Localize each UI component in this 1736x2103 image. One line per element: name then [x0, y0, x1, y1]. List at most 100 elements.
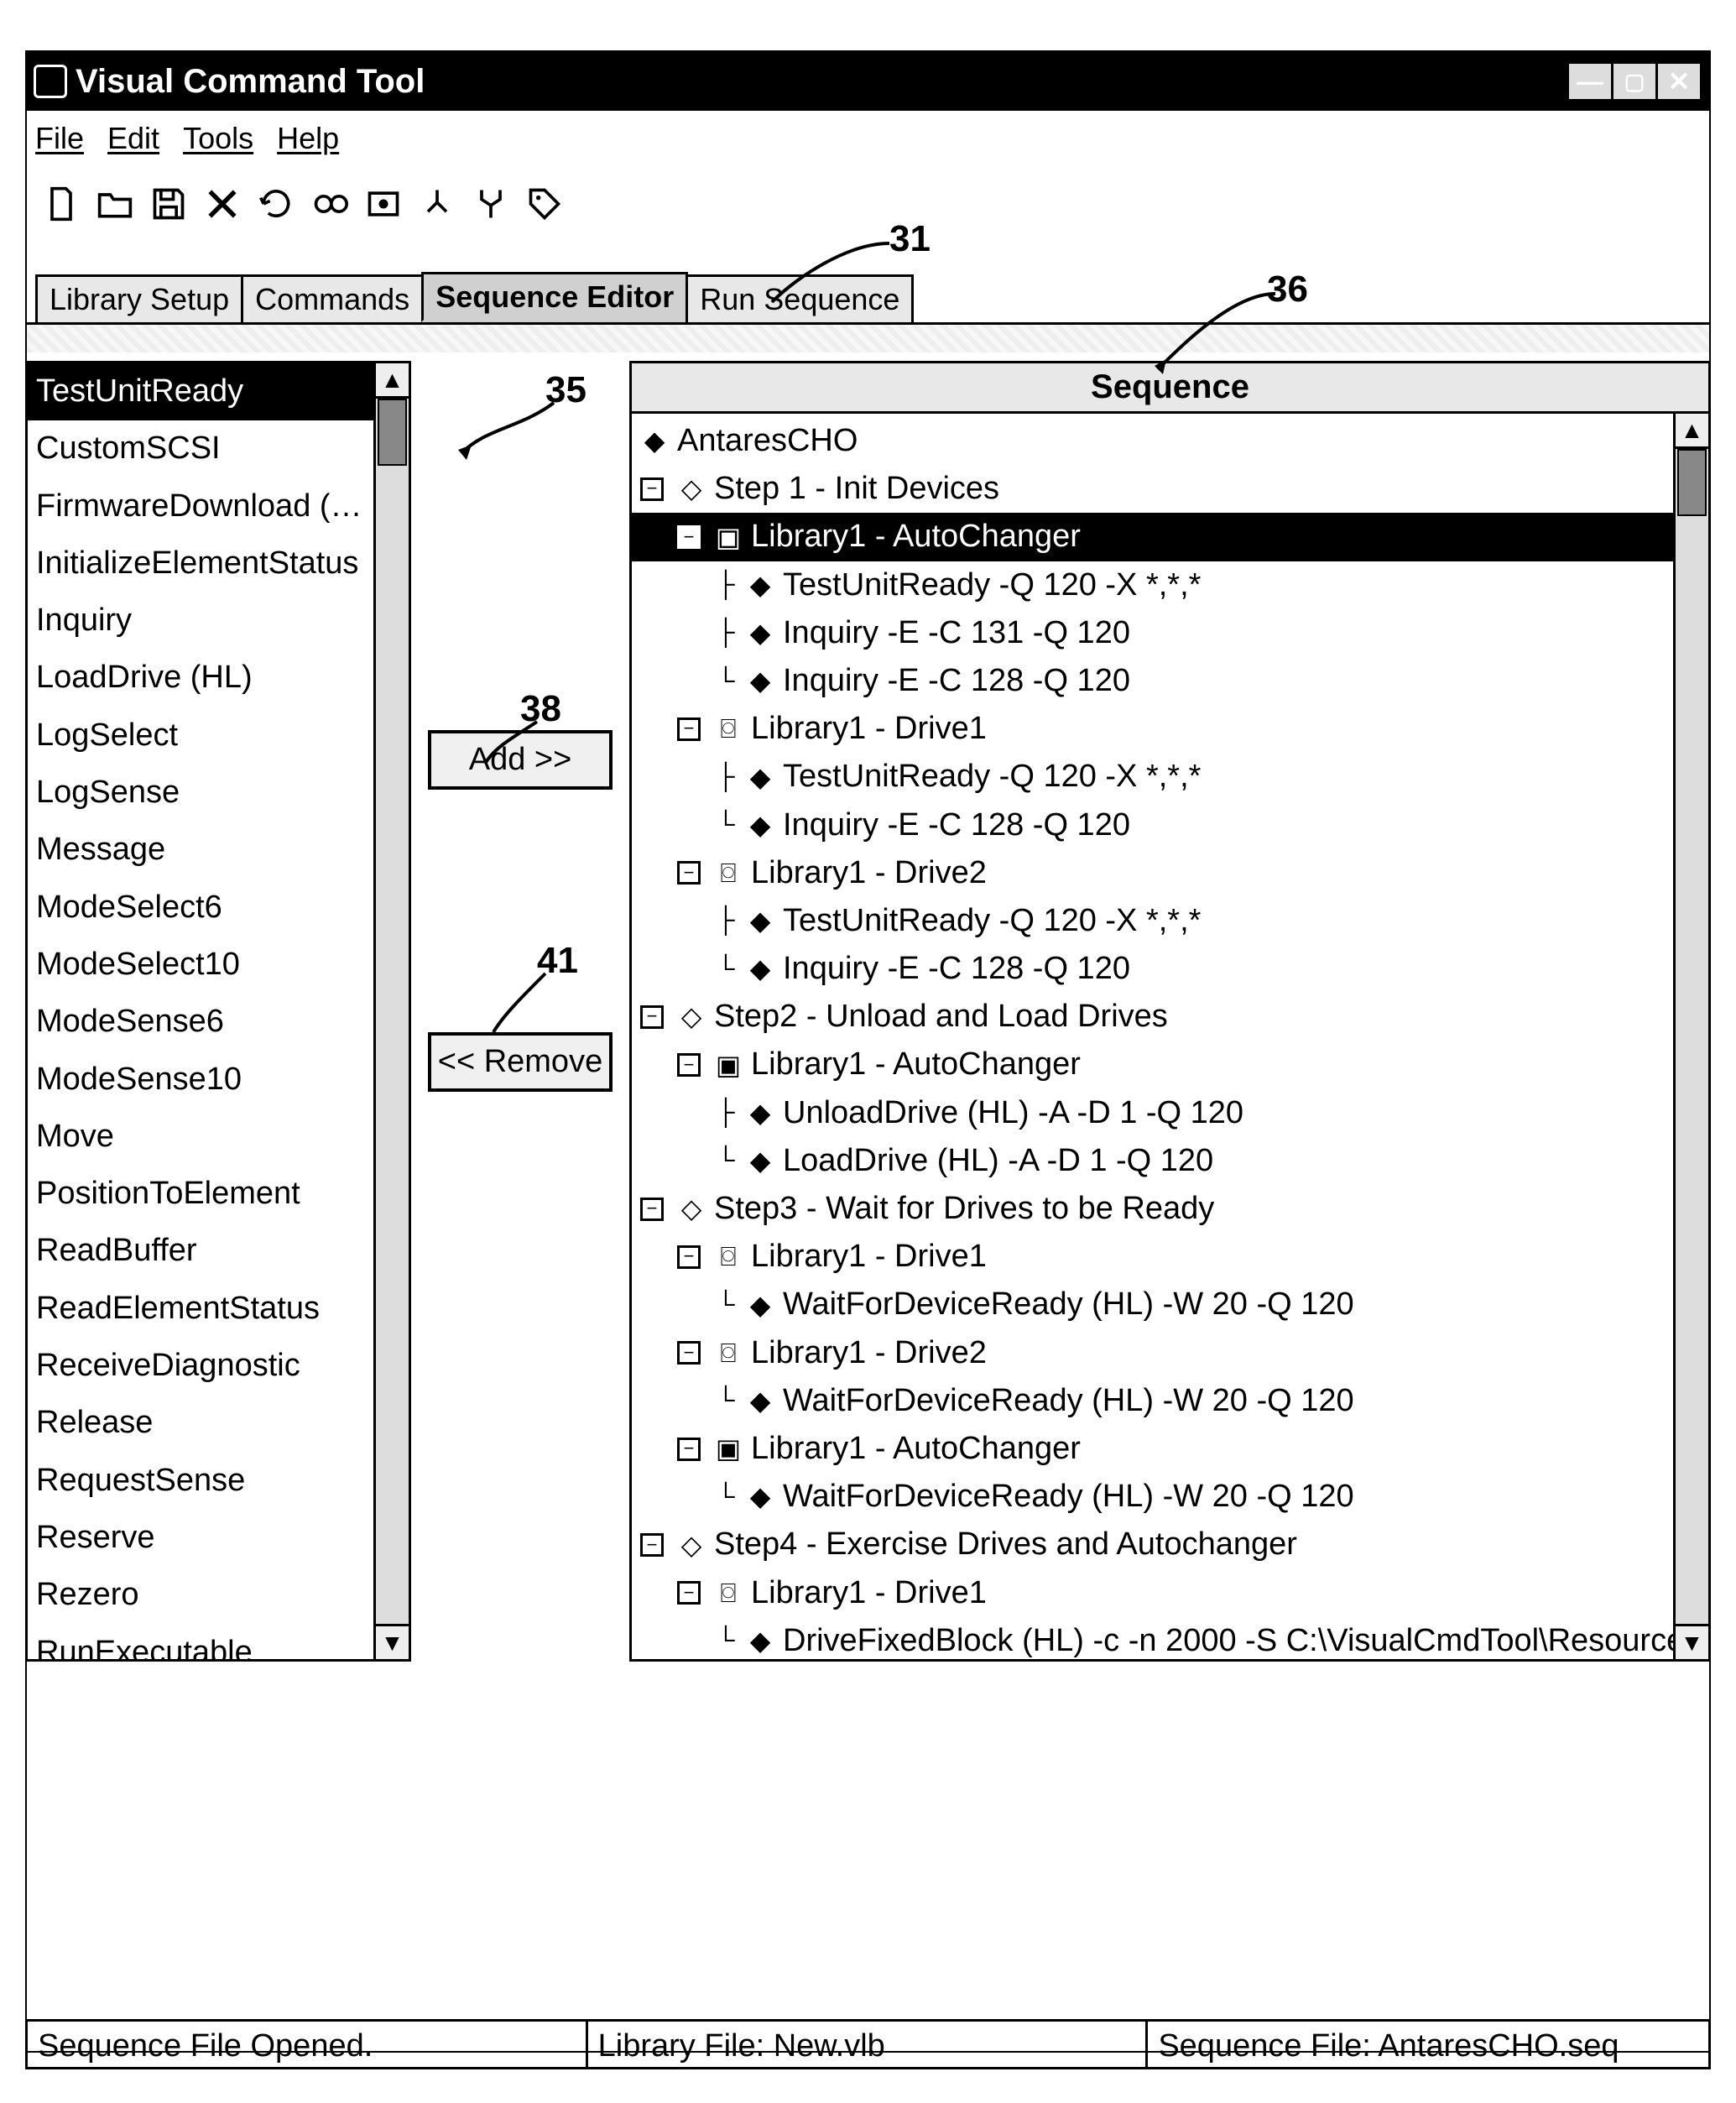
sequence-tree-row[interactable]: −⌼Library1 - Drive1 [632, 705, 1673, 753]
sequence-tree-row[interactable]: └◆WaitForDeviceReady (HL) -W 20 -Q 120 [632, 1473, 1673, 1521]
sequence-tree-row[interactable]: −⌼Library1 - Drive1 [632, 1569, 1673, 1617]
scroll-up-icon[interactable]: ▲ [1676, 414, 1708, 449]
tree-connector-icon: └ [714, 1383, 738, 1418]
remove-button[interactable]: << Remove [428, 1032, 613, 1092]
tree-expander-icon[interactable]: − [640, 477, 664, 501]
tree-expander-icon[interactable]: − [677, 1245, 701, 1269]
command-list-item[interactable]: Rezero [28, 1567, 373, 1624]
sequence-tree-row[interactable]: └◆WaitForDeviceReady (HL) -W 20 -Q 120 [632, 1377, 1673, 1425]
command-list-item[interactable]: RunExecutable [28, 1625, 373, 1659]
tag-icon[interactable] [525, 185, 564, 223]
tree-expander-icon[interactable]: − [677, 1053, 701, 1077]
menu-help[interactable]: Help [277, 121, 339, 156]
command-list-item[interactable]: LoadDrive (HL) [28, 650, 373, 707]
scroll-up-icon[interactable]: ▲ [376, 363, 409, 399]
command-list-item[interactable]: LogSense [28, 764, 373, 822]
command-list-item[interactable]: Move [28, 1109, 373, 1166]
tree-expander-icon[interactable]: − [677, 1438, 701, 1461]
scroll-thumb[interactable] [378, 399, 407, 466]
sequence-scrollbar[interactable]: ▲ ▼ [1673, 414, 1708, 1659]
scroll-thumb[interactable] [1677, 449, 1707, 516]
command-list-item[interactable]: ModeSelect6 [28, 879, 373, 937]
sequence-tree-row[interactable]: −▣Library1 - AutoChanger [632, 513, 1673, 561]
tree-expander-icon[interactable]: − [677, 525, 701, 549]
new-icon[interactable] [42, 185, 81, 223]
sequence-tree-row[interactable]: −◇Step3 - Wait for Drives to be Ready [632, 1185, 1673, 1233]
command-list-item[interactable]: Release [28, 1395, 373, 1452]
tree-expander-icon[interactable]: − [640, 1198, 664, 1221]
sequence-tree-row[interactable]: −▣Library1 - AutoChanger [632, 1041, 1673, 1088]
sequence-tree-row[interactable]: −⌼Library1 - Drive1 [632, 1233, 1673, 1281]
sequence-tree-row[interactable]: −◇Step 1 - Init Devices [632, 465, 1673, 513]
sequence-tree-row[interactable]: ├◆TestUnitReady -Q 120 -X *,*,* [632, 897, 1673, 945]
sequence-tree-row[interactable]: └◆Inquiry -E -C 128 -Q 120 [632, 657, 1673, 705]
command-list-item[interactable]: ModeSense6 [28, 994, 373, 1051]
close-button[interactable] [1655, 61, 1702, 102]
sequence-tree-row[interactable]: −◇Step4 - Exercise Drives and Autochange… [632, 1521, 1673, 1568]
tree-expander-icon[interactable]: − [677, 718, 701, 741]
command-list-item[interactable]: FirmwareDownload (HL) [28, 478, 373, 535]
sequence-tree-row[interactable]: ◆AntaresCHO [632, 417, 1673, 465]
sequence-tree-row[interactable]: └◆LoadDrive (HL) -A -D 1 -Q 120 [632, 1137, 1673, 1185]
command-list-scrollbar[interactable]: ▲ ▼ [373, 363, 409, 1659]
tab-run-sequence[interactable]: Run Sequence [686, 274, 914, 325]
command-list-item[interactable]: ReadElementStatus [28, 1281, 373, 1338]
sequence-header: Sequence [632, 363, 1708, 414]
command-list-item[interactable]: TestUnitReady [28, 363, 373, 420]
view-icon[interactable] [310, 185, 349, 223]
tab-commands[interactable]: Commands [241, 274, 424, 325]
command-list-item[interactable]: Reserve [28, 1510, 373, 1567]
scroll-down-icon[interactable]: ▼ [1676, 1624, 1708, 1659]
tree-node-icon: ⌼ [714, 854, 743, 892]
maximize-button[interactable] [1611, 61, 1658, 102]
open-icon[interactable] [96, 185, 134, 223]
command-list-item[interactable]: InitializeElementStatus [28, 535, 373, 592]
command-list-item[interactable]: PositionToElement [28, 1166, 373, 1223]
tab-sequence-editor[interactable]: Sequence Editor [421, 272, 688, 322]
command-list-item[interactable]: Message [28, 822, 373, 879]
delete-icon[interactable] [203, 185, 242, 223]
menu-tools[interactable]: Tools [183, 121, 253, 156]
menu-file[interactable]: File [35, 121, 84, 156]
sequence-tree-row[interactable]: ├◆Inquiry -E -C 131 -Q 120 [632, 609, 1673, 657]
minimize-button[interactable] [1567, 61, 1613, 102]
add-button[interactable]: Add >> [428, 730, 613, 790]
device-icon[interactable] [364, 185, 403, 223]
command-list-item[interactable]: RequestSense [28, 1453, 373, 1510]
sequence-tree-row[interactable]: ├◆TestUnitReady -Q 120 -X *,*,* [632, 561, 1673, 609]
tree-expander-icon[interactable]: − [677, 861, 701, 885]
tree-expander-icon[interactable]: − [640, 1533, 664, 1557]
sequence-tree-row[interactable]: ├◆TestUnitReady -Q 120 -X *,*,* [632, 753, 1673, 801]
sequence-tree-row[interactable]: └◆DriveFixedBlock (HL) -c -n 2000 -S C:\… [632, 1617, 1673, 1659]
command-list-item[interactable]: ReceiveDiagnostic [28, 1338, 373, 1395]
menu-edit[interactable]: Edit [107, 121, 159, 156]
sequence-tree-row[interactable]: └◆Inquiry -E -C 128 -Q 120 [632, 801, 1673, 849]
tree-node-icon: ⌼ [714, 1574, 743, 1612]
status-sequence-file: Sequence File: AntaresCHO.seq [1148, 2022, 1708, 2067]
command-list-item[interactable]: ReadBuffer [28, 1223, 373, 1280]
tree-node-label: Inquiry -E -C 128 -Q 120 [783, 659, 1130, 703]
sequence-tree-row[interactable]: −▣Library1 - AutoChanger [632, 1425, 1673, 1473]
command-list-item[interactable]: ModeSense10 [28, 1052, 373, 1109]
sequence-tree-row[interactable]: −⌼Library1 - Drive2 [632, 1329, 1673, 1377]
command-list-item[interactable]: LogSelect [28, 707, 373, 764]
save-icon[interactable] [149, 185, 188, 223]
tree-expander-icon[interactable]: − [677, 1581, 701, 1605]
tab-library-setup[interactable]: Library Setup [35, 274, 243, 325]
command-list-item[interactable]: ModeSelect10 [28, 937, 373, 994]
branch-b-icon[interactable] [472, 185, 510, 223]
refresh-icon[interactable] [257, 185, 295, 223]
branch-a-icon[interactable] [418, 185, 456, 223]
sequence-tree-row[interactable]: └◆WaitForDeviceReady (HL) -W 20 -Q 120 [632, 1281, 1673, 1328]
sequence-tree-row[interactable]: ├◆UnloadDrive (HL) -A -D 1 -Q 120 [632, 1089, 1673, 1137]
window-controls [1567, 61, 1702, 102]
tree-node-label: WaitForDeviceReady (HL) -W 20 -Q 120 [783, 1379, 1354, 1423]
command-list-item[interactable]: CustomSCSI [28, 420, 373, 477]
sequence-tree-row[interactable]: −◇Step2 - Unload and Load Drives [632, 993, 1673, 1041]
tree-expander-icon[interactable]: − [640, 1005, 664, 1029]
sequence-tree-row[interactable]: −⌼Library1 - Drive2 [632, 849, 1673, 897]
tree-expander-icon[interactable]: − [677, 1341, 701, 1365]
command-list-item[interactable]: Inquiry [28, 592, 373, 650]
sequence-tree-row[interactable]: └◆Inquiry -E -C 128 -Q 120 [632, 945, 1673, 993]
scroll-down-icon[interactable]: ▼ [376, 1624, 409, 1659]
